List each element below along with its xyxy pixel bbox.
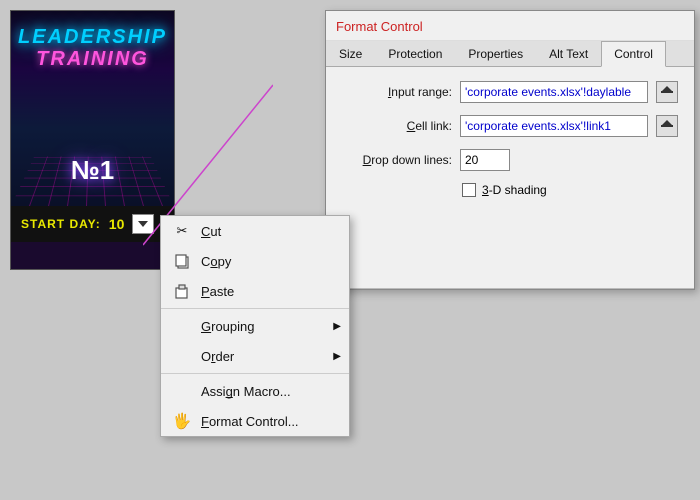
format-control-icon: 🖐 bbox=[173, 412, 191, 430]
tab-control[interactable]: Control bbox=[601, 41, 666, 67]
format-control-dialog: Format Control Size Protection Propertie… bbox=[325, 10, 695, 290]
context-menu-grouping[interactable]: Grouping bbox=[161, 311, 349, 341]
paste-label: Paste bbox=[201, 284, 337, 299]
dialog-content: Input range: Cell link: bbox=[326, 67, 694, 211]
start-day-value: 10 bbox=[109, 216, 125, 232]
cell-link-collapse-button[interactable] bbox=[656, 115, 678, 137]
start-day-dropdown[interactable] bbox=[132, 214, 154, 234]
card-bottom: START DAY: 10 bbox=[11, 206, 174, 242]
context-menu-format-control[interactable]: 🖐 Format Control... bbox=[161, 406, 349, 436]
card-title: LEADERSHIP TRAINING bbox=[11, 26, 174, 70]
copy-icon bbox=[173, 252, 191, 270]
dialog-title: Format Control bbox=[326, 11, 694, 41]
tab-properties[interactable]: Properties bbox=[455, 41, 536, 66]
grouping-label: Grouping bbox=[201, 319, 337, 334]
grouping-icon bbox=[173, 317, 191, 335]
dropdown-lines-row: Drop down lines: bbox=[342, 149, 678, 171]
copy-label: Copy bbox=[201, 254, 337, 269]
context-menu-cut[interactable]: ✂ Cut bbox=[161, 216, 349, 246]
cell-link-label: Cell link: bbox=[342, 119, 452, 133]
tab-size[interactable]: Size bbox=[326, 41, 375, 66]
input-range-row: Input range: bbox=[342, 81, 678, 103]
cell-link-field[interactable] bbox=[460, 115, 648, 137]
card-number: №1 bbox=[11, 155, 174, 186]
tab-protection[interactable]: Protection bbox=[375, 41, 455, 66]
dropdown-lines-label: Drop down lines: bbox=[342, 153, 452, 167]
format-control-label: Format Control... bbox=[201, 414, 337, 429]
shading-label: 3-D shading bbox=[482, 183, 547, 197]
shading-row: 3-D shading bbox=[462, 183, 678, 197]
context-menu-paste[interactable]: Paste bbox=[161, 276, 349, 306]
input-range-field[interactable] bbox=[460, 81, 648, 103]
dropdown-lines-field[interactable] bbox=[460, 149, 510, 171]
menu-separator-1 bbox=[161, 308, 349, 309]
leadership-card: LEADERSHIP TRAINING №1 START DAY: 10 bbox=[10, 10, 175, 270]
order-label: Order bbox=[201, 349, 337, 364]
dialog-bottom-border bbox=[326, 288, 694, 289]
context-menu: ✂ Cut Copy Paste Grouping Order bbox=[160, 215, 350, 437]
dialog-tabs: Size Protection Properties Alt Text Cont… bbox=[326, 41, 694, 67]
context-menu-assign-macro[interactable]: Assign Macro... bbox=[161, 376, 349, 406]
input-range-label: Input range: bbox=[342, 85, 452, 99]
context-menu-order[interactable]: Order bbox=[161, 341, 349, 371]
assign-macro-icon bbox=[173, 382, 191, 400]
card-image: LEADERSHIP TRAINING №1 bbox=[11, 11, 174, 206]
cell-link-row: Cell link: bbox=[342, 115, 678, 137]
paste-icon bbox=[173, 282, 191, 300]
dropdown-arrow-icon bbox=[138, 221, 148, 227]
tab-alt-text[interactable]: Alt Text bbox=[536, 41, 601, 66]
menu-separator-2 bbox=[161, 373, 349, 374]
cut-label: Cut bbox=[201, 224, 337, 239]
context-menu-copy[interactable]: Copy bbox=[161, 246, 349, 276]
start-day-label: START DAY: bbox=[21, 217, 101, 231]
input-range-collapse-button[interactable] bbox=[656, 81, 678, 103]
cut-icon: ✂ bbox=[173, 222, 191, 240]
assign-macro-label: Assign Macro... bbox=[201, 384, 337, 399]
order-icon bbox=[173, 347, 191, 365]
shading-checkbox[interactable] bbox=[462, 183, 476, 197]
